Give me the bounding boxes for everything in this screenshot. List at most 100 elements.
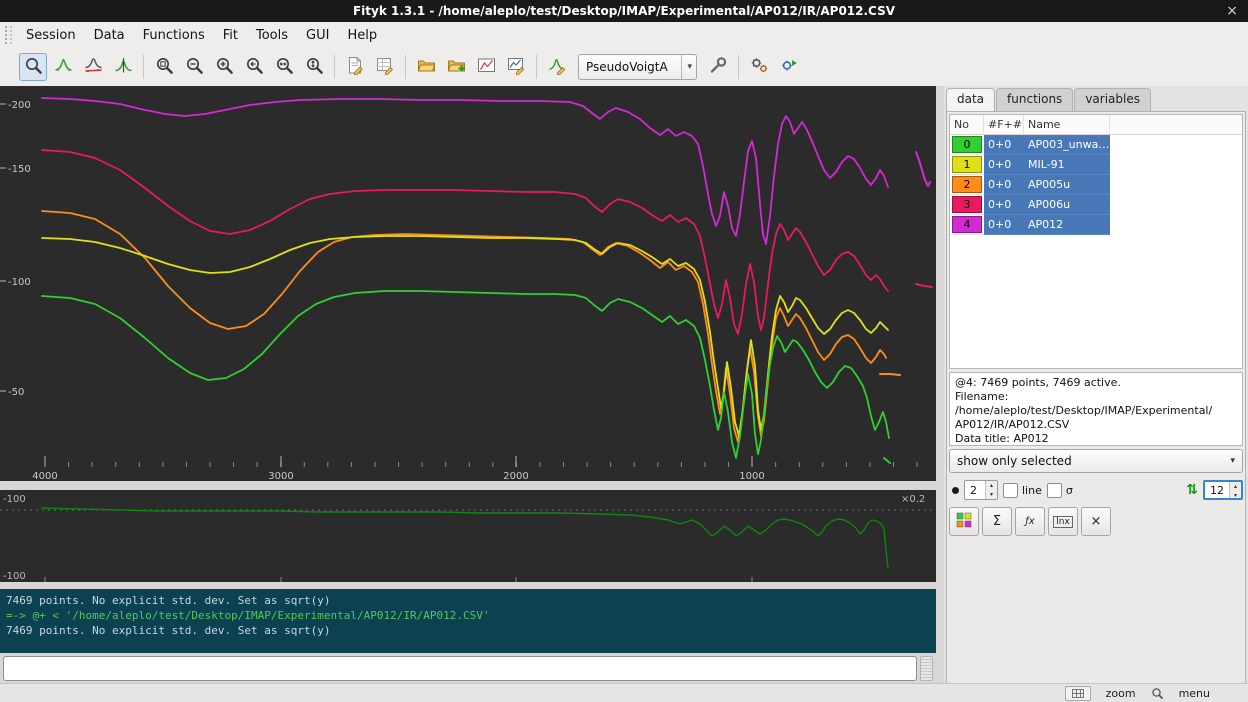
zoom-mode-button[interactable] [19,53,47,81]
output-line: =-> @+ < '/home/aleplo/test/Desktop/IMAP… [6,608,930,623]
main-plot[interactable]: 4000300020001000-200-150-100-50 [0,86,936,481]
script-editor-button[interactable] [341,53,369,81]
transform-data-button[interactable]: ƒx [1015,507,1045,536]
range-mode-button[interactable] [49,53,77,81]
log-transform-button[interactable]: lnx [1048,507,1078,536]
chart-edit-icon [507,56,526,78]
input-resize-grip[interactable] [920,656,933,681]
aux-plot[interactable]: -100-100×0.2 [0,490,936,582]
column-header-no: No [950,115,984,134]
output-log[interactable]: 7469 points. No explicit std. dev. Set a… [0,589,936,653]
menu-tools[interactable]: Tools [247,24,297,47]
toolbar: PseudoVoigtA ▾ [0,48,1248,87]
dataset-colors-button[interactable] [949,507,979,536]
statusbar-menu-button[interactable]: menu [1179,687,1210,700]
menu-help[interactable]: Help [338,24,386,47]
dataset-name: AP005u [1024,175,1110,195]
dataset-row-1[interactable]: 10+0MIL-91 [950,155,1110,175]
dataset-row-4[interactable]: 40+0AP012 [950,215,1110,235]
menu-gui[interactable]: GUI [297,24,338,47]
point-size-icon [952,487,959,494]
splitter-main-aux[interactable] [0,481,936,490]
line-checkbox[interactable]: line [1003,483,1042,498]
zoom-out-button[interactable] [180,53,208,81]
checkbox-box [1003,483,1018,498]
x-tick-label: 4000 [32,471,57,481]
coordinates-format-button[interactable] [1065,686,1091,701]
dataset-row-2[interactable]: 20+0AP005u [950,175,1110,195]
splitter-aux-output[interactable] [0,582,936,589]
define-function-button[interactable] [543,53,571,81]
zoom-horizontal-button[interactable] [270,53,298,81]
data-table-header: No#F+#Name [950,115,1242,135]
fityk-window: Fityk 1.3.1 - /home/aleplo/test/Desktop/… [0,0,1248,702]
delete-dataset-button[interactable]: × [1081,507,1111,536]
toolbar-separator [334,55,335,79]
command-input[interactable] [3,656,917,681]
y-tick-label: -200 [8,100,31,111]
sigma-checkbox[interactable]: σ [1047,483,1073,498]
add-peak-icon [114,56,133,78]
dataset-row-0[interactable]: 00+0AP003_unwa… [950,135,1110,155]
zoom-in-button[interactable] [210,53,238,81]
curve-AP003_unwa [42,291,889,458]
tab-variables[interactable]: variables [1074,88,1151,111]
fit-continue-button[interactable] [775,53,803,81]
tab-functions[interactable]: functions [996,88,1073,111]
dataset-color-swatch: 3 [952,196,982,213]
dataset-row-3[interactable]: 30+0AP006u [950,195,1110,215]
peak-mode-button[interactable] [109,53,137,81]
splitter-vertical[interactable] [936,86,944,683]
toolbar-separator [143,55,144,79]
dataset-info-line: Data title: AP012 [955,432,1237,446]
show-filter-select[interactable]: show only selected ▾ [949,449,1243,473]
menu-fit[interactable]: Fit [214,24,247,47]
dataset-info: @4: 7469 points, 7469 active.Filename: /… [949,372,1243,446]
dataset-name: AP003_unwa… [1024,135,1110,155]
zoom-previous-button[interactable] [240,53,268,81]
function-type-select[interactable]: PseudoVoigtA ▾ [578,54,697,80]
toolbar-separator [738,55,739,79]
spinner-arrows[interactable]: ▴▾ [1229,482,1241,498]
function-type-value: PseudoVoigtA [586,60,668,74]
settings-button[interactable] [704,53,732,81]
vertical-shift-icon: ⇅ [1186,482,1198,498]
menu-functions[interactable]: Functions [134,24,214,47]
plot-export-button[interactable] [472,53,500,81]
curve-fragment-0 [916,152,930,186]
fit-run-button[interactable] [745,53,773,81]
curve-MIL-91 [42,236,888,436]
data-table-body: 00+0AP003_unwa…10+0MIL-9120+0AP005u30+0A… [950,135,1242,235]
close-button[interactable]: × [1226,2,1238,20]
sidebar-content: No#F+#Name 00+0AP003_unwa…10+0MIL-9120+0… [946,111,1246,683]
magnifier-icon[interactable] [1151,687,1164,700]
data-editor-button[interactable] [371,53,399,81]
sum-datasets-button[interactable]: Σ [982,507,1012,536]
menu-session[interactable]: Session [17,24,85,47]
magnifier-icon [24,56,43,78]
baseline-mode-button[interactable] [79,53,107,81]
open-data-button[interactable] [412,53,440,81]
tab-data[interactable]: data [946,88,995,111]
dataset-name: MIL-91 [1024,155,1110,175]
menu-data[interactable]: Data [85,24,134,47]
shift-spinner[interactable]: 12 ▴▾ [1203,480,1243,500]
output-line: 7469 points. No explicit std. dev. Set a… [6,623,930,638]
dataset-color-swatch: 4 [952,216,982,233]
dataset-buttons: Σ ƒx lnx × [949,507,1243,536]
statusbar-zoom-button[interactable]: zoom [1106,687,1136,700]
y-tick-label: -150 [8,164,31,175]
open-folder-icon [417,56,436,78]
append-data-button[interactable] [442,53,470,81]
main-plot-svg: 4000300020001000-200-150-100-50 [0,86,936,481]
wrench-icon [709,56,728,78]
spinner-arrows[interactable]: ▴▾ [985,481,997,499]
titlebar[interactable]: Fityk 1.3.1 - /home/aleplo/test/Desktop/… [0,0,1248,22]
color-grid-icon [956,512,973,532]
menubar-grip[interactable] [5,26,12,44]
zoom-vertical-button[interactable] [300,53,328,81]
zoom-all-button[interactable] [150,53,178,81]
y-tick-label: -100 [8,277,31,288]
point-size-spinner[interactable]: 2 ▴▾ [964,480,998,500]
plot-config-button[interactable] [502,53,530,81]
